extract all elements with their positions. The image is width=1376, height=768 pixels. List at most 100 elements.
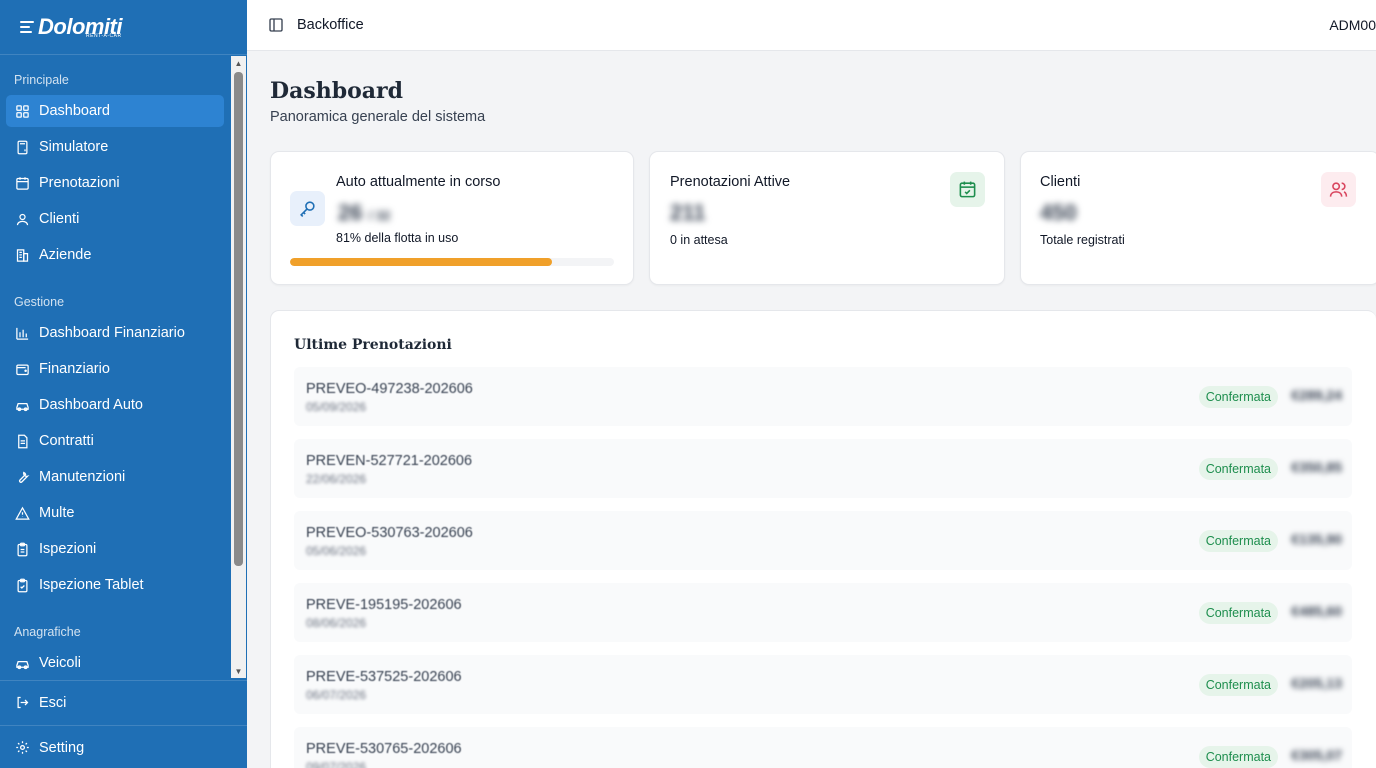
- calculator-icon: [17, 140, 28, 154]
- sidebar-item-label: Prenotazioni: [39, 175, 120, 191]
- page-subtitle: Panoramica generale del sistema: [270, 109, 486, 125]
- scroll-down-arrow-icon[interactable]: ▼: [231, 664, 246, 678]
- sidebar-item-label: Dashboard Auto: [39, 397, 143, 413]
- status-badge: Confermata: [1198, 530, 1278, 552]
- stat-label: Auto attualmente in corso: [336, 174, 501, 190]
- sidebar-item-label: Clienti: [39, 211, 80, 227]
- sidebar-item-label: Dashboard: [39, 103, 110, 119]
- sidebar-item-clienti[interactable]: Clienti: [6, 203, 224, 235]
- clipboard-icon: [17, 542, 28, 556]
- status-badge: Confermata: [1198, 674, 1278, 696]
- bar-chart-icon: [16, 327, 29, 340]
- sidebar-item-finanziario[interactable]: Finanziario: [6, 353, 224, 385]
- booking-row[interactable]: PREVE-195195-202606 08/06/2026 Confermat…: [294, 583, 1352, 642]
- sidebar-item-ispezioni[interactable]: Ispezioni: [6, 533, 224, 565]
- logout-label: Esci: [39, 694, 67, 711]
- booking-date: 06/07/2026: [306, 688, 367, 702]
- recent-bookings-panel: Ultime Prenotazioni PREVEO-497238-202606…: [270, 310, 1376, 768]
- sidebar-item-label: Ispezione Tablet: [39, 577, 144, 593]
- booking-date: 05/06/2026: [306, 544, 367, 558]
- booking-amount: €485,60: [1291, 603, 1342, 619]
- section-title-gestione: Gestione: [14, 295, 65, 309]
- booking-amount: €289,24: [1291, 387, 1342, 403]
- sidebar-item-label: Manutenzioni: [39, 469, 126, 485]
- sidebar-item-veicoli[interactable]: Veicoli: [6, 647, 224, 678]
- booking-code: PREVE-195195-202606: [306, 597, 462, 613]
- sidebar-item-ispezione-tablet[interactable]: Ispezione Tablet: [6, 569, 224, 601]
- sidebar-item-label: Multe: [39, 505, 75, 521]
- top-header: Backoffice ADM00: [247, 0, 1376, 51]
- logout-button[interactable]: Esci: [0, 680, 247, 724]
- header-title: Backoffice: [297, 17, 364, 33]
- section-title-anagrafiche: Anagrafiche: [14, 625, 81, 639]
- calendar-check-icon: [950, 172, 985, 207]
- stat-value: 26 / 32: [338, 200, 391, 225]
- recent-bookings-title: Ultime Prenotazioni: [294, 337, 452, 353]
- booking-code: PREVE-530765-202606: [306, 741, 462, 757]
- sidebar-scrollbar[interactable]: ▲ ▼: [231, 56, 246, 678]
- booking-row[interactable]: PREVEN-527721-202606 22/06/2026 Conferma…: [294, 439, 1352, 498]
- page-title: Dashboard: [270, 78, 403, 104]
- booking-code: PREVEO-530763-202606: [306, 525, 473, 541]
- stat-label: Prenotazioni Attive: [670, 174, 791, 190]
- section-title-principale: Principale: [14, 73, 69, 87]
- sidebar-item-simulatore[interactable]: Simulatore: [6, 131, 224, 163]
- sidebar-item-dashboard-auto[interactable]: Dashboard Auto: [6, 389, 224, 421]
- sidebar-item-label: Contratti: [39, 433, 94, 449]
- user-icon: [16, 213, 29, 225]
- booking-date: 09/07/2026: [306, 760, 367, 768]
- sidebar-item-prenotazioni[interactable]: Prenotazioni: [6, 167, 224, 199]
- sidebar-item-dashboard-finanziario[interactable]: Dashboard Finanziario: [6, 317, 224, 349]
- booking-amount: €135,90: [1291, 531, 1342, 547]
- user-menu[interactable]: ADM00: [1329, 17, 1376, 33]
- sidebar-item-contratti[interactable]: Contratti: [6, 425, 224, 457]
- stat-card-bookings: Prenotazioni Attive 211 0 in attesa: [649, 151, 1005, 285]
- brand-tagline: RENT-A-CAR: [86, 33, 122, 39]
- status-badge: Confermata: [1198, 458, 1278, 480]
- sidebar-item-aziende[interactable]: Aziende: [6, 239, 224, 271]
- sidebar-toggle-icon[interactable]: [268, 17, 284, 33]
- stat-sub: 0 in attesa: [670, 233, 728, 247]
- booking-code: PREVEO-497238-202606: [306, 381, 473, 397]
- sidebar-item-label: Ispezioni: [39, 541, 97, 557]
- booking-amount: €205,13: [1291, 675, 1342, 691]
- stat-card-clients: Clienti 450 Totale registrati: [1020, 151, 1376, 285]
- key-icon: [290, 191, 325, 226]
- document-icon: [18, 434, 28, 448]
- sidebar-item-multe[interactable]: Multe: [6, 497, 224, 529]
- building-icon: [16, 248, 29, 262]
- sidebar-item-manutenzioni[interactable]: Manutenzioni: [6, 461, 224, 493]
- sidebar-item-dashboard[interactable]: Dashboard: [6, 95, 224, 127]
- booking-date: 22/06/2026: [306, 472, 367, 486]
- sidebar-item-label: Aziende: [39, 247, 92, 263]
- grid-icon: [16, 104, 29, 118]
- booking-row[interactable]: PREVEO-497238-202606 05/09/2026 Conferma…: [294, 367, 1352, 426]
- scroll-thumb[interactable]: [234, 72, 243, 566]
- settings-label: Setting: [39, 739, 85, 756]
- wrench-icon: [19, 471, 30, 483]
- booking-row[interactable]: PREVE-530765-202606 09/07/2026 Confermat…: [294, 727, 1352, 768]
- booking-amount: €350,85: [1291, 459, 1342, 475]
- sidebar-item-label: Finanziario: [39, 361, 110, 377]
- booking-row[interactable]: PREVEO-530763-202606 05/06/2026 Conferma…: [294, 511, 1352, 570]
- booking-row[interactable]: PREVE-537525-202606 06/07/2026 Confermat…: [294, 655, 1352, 714]
- car-icon: [16, 660, 29, 669]
- sidebar-item-label: Dashboard Finanziario: [39, 325, 185, 341]
- fleet-progress-fill: [290, 258, 553, 266]
- booking-code: PREVE-537525-202606: [306, 669, 462, 685]
- settings-button[interactable]: Setting: [0, 725, 247, 768]
- logout-icon: [17, 696, 29, 709]
- scroll-up-arrow-icon[interactable]: ▲: [231, 56, 246, 70]
- booking-amount: €305,07: [1291, 747, 1342, 763]
- stat-card-cars: Auto attualmente in corso 26 / 32 81% de…: [270, 151, 634, 285]
- warning-icon: [15, 506, 30, 520]
- booking-code: PREVEN-527721-202606: [306, 453, 473, 469]
- stat-sub: Totale registrati: [1040, 233, 1125, 247]
- main-content: Dashboard Panoramica generale del sistem…: [247, 51, 1376, 768]
- booking-list: PREVEO-497238-202606 05/09/2026 Conferma…: [294, 367, 1352, 768]
- booking-date: 05/09/2026: [306, 400, 367, 414]
- stat-label: Clienti: [1040, 174, 1081, 190]
- car-icon: [16, 402, 29, 411]
- sidebar-item-label: Veicoli: [39, 655, 81, 671]
- brand-logo[interactable]: Dolomiti RENT-A-CAR: [0, 0, 247, 55]
